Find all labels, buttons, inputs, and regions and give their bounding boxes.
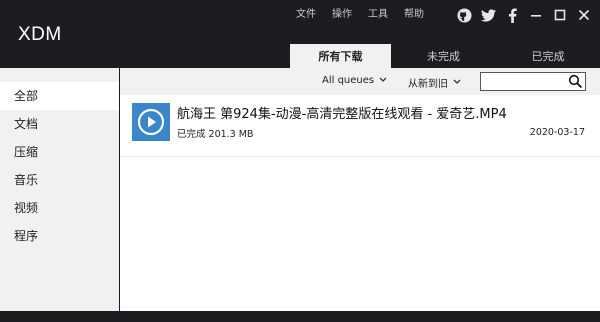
play-video-icon [132, 103, 170, 141]
sidebar-item-documents[interactable]: 文档 [0, 110, 119, 138]
sidebar-item-compressed[interactable]: 压缩 [0, 138, 119, 166]
download-row[interactable]: 航海王 第924集-动漫-高清完整版在线观看 - 爱奇艺.MP4 已完成 201… [120, 103, 600, 157]
title-bar: XDM 文件 操作 工具 帮助 所有下载 未完成 已完成 [0, 0, 600, 69]
menu-actions[interactable]: 操作 [332, 8, 352, 22]
facebook-icon[interactable] [500, 4, 524, 26]
queue-filter-label: All queues [322, 75, 375, 86]
search-icon[interactable] [568, 74, 583, 93]
chevron-down-icon [453, 77, 461, 88]
download-status: 已完成 201.3 MB [177, 129, 254, 140]
github-icon[interactable] [452, 4, 476, 26]
sidebar-item-video[interactable]: 视频 [0, 194, 119, 222]
menu-file[interactable]: 文件 [296, 8, 316, 22]
queue-filter-dropdown[interactable]: All queues [322, 75, 387, 86]
minimize-icon[interactable] [524, 4, 548, 26]
tab-all-downloads[interactable]: 所有下载 [290, 44, 391, 69]
maximize-icon[interactable] [548, 4, 572, 26]
download-list-panel: All queues 从新到旧 航海王 第924集-动漫-高清完整版在线观看 -… [120, 68, 600, 311]
list-toolbar: All queues 从新到旧 [120, 68, 600, 95]
search-box [480, 72, 586, 94]
download-file-name: 航海王 第924集-动漫-高清完整版在线观看 - 爱奇艺.MP4 [177, 107, 507, 122]
status-bar [0, 311, 600, 322]
search-input[interactable] [481, 77, 565, 94]
chevron-down-icon [379, 75, 387, 86]
menu-tools[interactable]: 工具 [368, 8, 388, 22]
sort-order-label: 从新到旧 [408, 79, 448, 90]
window-controls [452, 4, 596, 26]
tab-completed[interactable]: 已完成 [496, 44, 600, 69]
sidebar-item-programs[interactable]: 程序 [0, 222, 119, 250]
tab-incomplete[interactable]: 未完成 [391, 44, 496, 69]
menu-bar: 文件 操作 工具 帮助 [296, 8, 440, 22]
download-tabs: 所有下载 未完成 已完成 [290, 44, 600, 69]
menu-help[interactable]: 帮助 [404, 8, 424, 22]
download-date: 2020-03-17 [529, 127, 585, 138]
sidebar-item-all[interactable]: 全部 [0, 82, 119, 110]
close-icon[interactable] [572, 4, 596, 26]
app-title: XDM [18, 24, 62, 45]
twitter-icon[interactable] [476, 4, 500, 26]
sidebar-item-music[interactable]: 音乐 [0, 166, 119, 194]
sort-order-dropdown[interactable]: 从新到旧 [408, 75, 461, 90]
category-sidebar: 全部 文档 压缩 音乐 视频 程序 [0, 68, 119, 311]
